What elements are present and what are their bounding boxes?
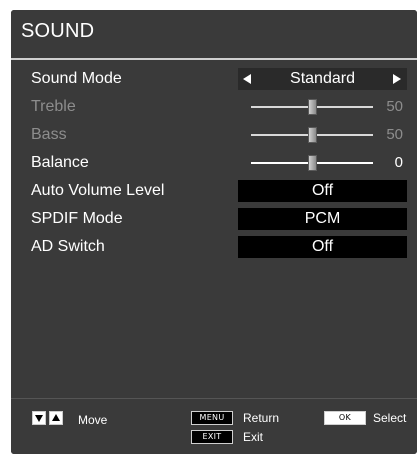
menu-header: SOUND — [11, 10, 417, 53]
menu-row-balance[interactable]: Balance 0 — [11, 152, 417, 175]
treble-value: 50 — [386, 98, 403, 115]
exit-key-button[interactable]: EXIT — [191, 430, 233, 444]
sound-menu-panel: SOUND Sound Mode Standard Treble 50 Bass… — [11, 10, 417, 454]
down-key-icon — [32, 411, 46, 425]
ad-switch-value: Off — [311, 238, 334, 255]
menu-row-bass: Bass 50 — [11, 124, 417, 147]
return-hint: Return — [243, 411, 280, 425]
menu-row-spdif-mode[interactable]: SPDIF Mode PCM — [11, 208, 417, 231]
ad-switch-value-box[interactable]: Off — [238, 236, 407, 258]
up-key-icon — [49, 411, 63, 425]
spdif-mode-value-box[interactable]: PCM — [238, 208, 407, 230]
footer-divider — [11, 398, 417, 399]
ad-switch-label: AD Switch — [31, 238, 105, 255]
menu-row-sound-mode[interactable]: Sound Mode Standard — [11, 68, 417, 91]
select-hint: Select — [373, 411, 407, 425]
menu-key-button[interactable]: MENU — [191, 411, 233, 425]
menu-row-treble: Treble 50 — [11, 96, 417, 119]
ok-key-button[interactable]: OK — [324, 411, 366, 425]
balance-value: 0 — [394, 154, 403, 171]
menu-row-ad-switch[interactable]: AD Switch Off — [11, 236, 417, 259]
auto-volume-value-box[interactable]: Off — [238, 180, 407, 202]
bass-label: Bass — [31, 126, 67, 143]
arrow-right-icon[interactable] — [393, 74, 401, 84]
spdif-mode-value: PCM — [304, 210, 341, 227]
header-divider — [11, 58, 417, 60]
bass-slider — [251, 127, 373, 143]
auto-volume-value: Off — [311, 182, 334, 199]
sound-mode-value: Standard — [290, 70, 355, 87]
treble-slider-thumb — [307, 99, 317, 115]
treble-slider — [251, 99, 373, 115]
menu-row-auto-volume[interactable]: Auto Volume Level Off — [11, 180, 417, 203]
page-title: SOUND — [21, 20, 95, 42]
balance-slider-thumb[interactable] — [307, 155, 317, 171]
move-hint: Move — [78, 413, 108, 427]
treble-label: Treble — [31, 98, 76, 115]
bass-value: 50 — [386, 126, 403, 143]
balance-slider[interactable] — [251, 155, 373, 171]
balance-label: Balance — [31, 154, 89, 171]
sound-mode-selector[interactable]: Standard — [238, 68, 407, 90]
key-guide-footer: Move MENU Return OK Select EXIT Exit — [11, 398, 417, 454]
sound-mode-label: Sound Mode — [31, 70, 122, 87]
spdif-mode-label: SPDIF Mode — [31, 210, 123, 227]
auto-volume-label: Auto Volume Level — [31, 182, 165, 199]
exit-hint: Exit — [243, 430, 264, 444]
bass-slider-thumb — [307, 127, 317, 143]
